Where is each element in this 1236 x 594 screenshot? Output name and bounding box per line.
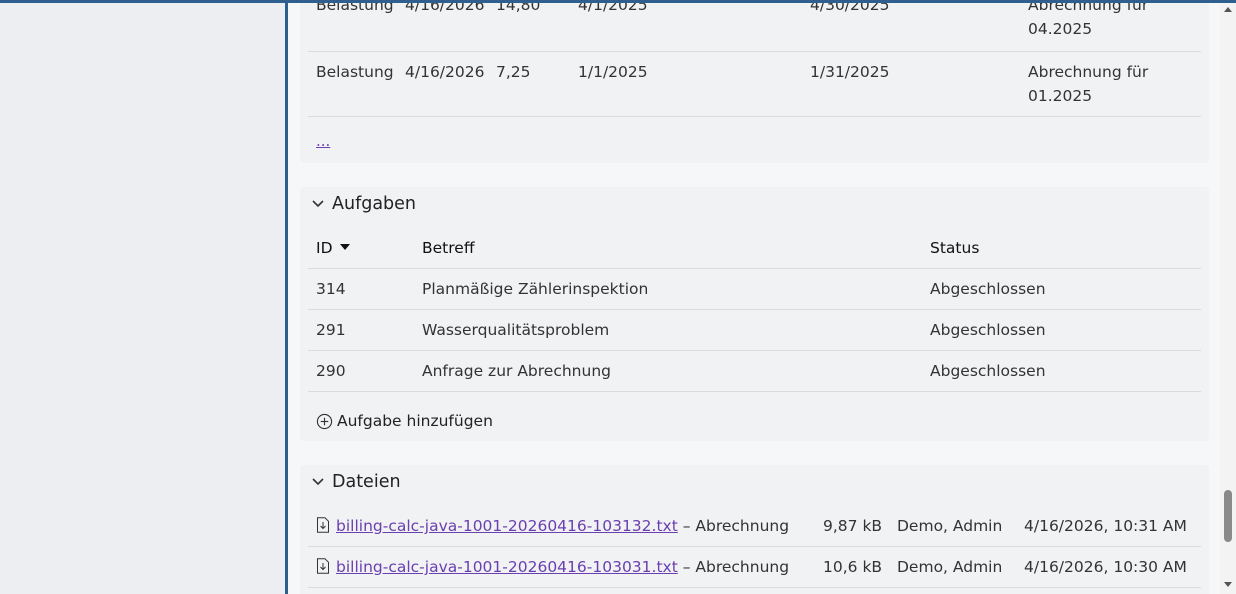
charge-date: 4/16/2026 <box>405 3 485 14</box>
charge-desc-period: 04.2025 <box>1028 20 1093 38</box>
charge-type: Belastung <box>316 3 394 14</box>
task-subject[interactable]: Planmäßige Zählerinspektion <box>422 277 648 301</box>
chevron-down-icon[interactable] <box>310 196 326 212</box>
task-id[interactable]: 290 <box>316 359 346 383</box>
task-status: Abgeschlossen <box>930 321 1046 339</box>
row-divider <box>308 268 1201 269</box>
add-task-label: Aufgabe hinzufügen <box>337 412 493 430</box>
file-size: 10,6 kB <box>823 558 883 576</box>
charge-desc: Abrechnung für <box>1028 3 1149 14</box>
row-divider <box>308 309 1201 310</box>
tasks-header-status[interactable]: Status <box>930 236 979 260</box>
main-content: Belastung 4/16/2026 14,80 4/1/2025 4/30/… <box>288 3 1220 594</box>
file-download-icon <box>317 558 329 574</box>
row-divider <box>308 116 1201 117</box>
charge-date: 4/16/2026 <box>405 63 485 81</box>
plus-circle-icon <box>316 413 333 429</box>
charge-to: 1/31/2025 <box>810 63 890 81</box>
scroll-down-icon[interactable] <box>1223 579 1233 589</box>
row-divider <box>308 391 1201 392</box>
file-download-icon <box>317 517 329 533</box>
file-entry: billing-calc-java-1001-20260416-103132.t… <box>316 514 789 538</box>
task-id[interactable]: 291 <box>316 318 346 342</box>
row-divider <box>308 350 1201 351</box>
charge-to: 4/30/2025 <box>810 3 890 14</box>
row-divider <box>308 546 1201 547</box>
charge-desc-period: 01.2025 <box>1028 87 1093 105</box>
file-size: 9,87 kB <box>823 517 883 535</box>
file-link[interactable]: billing-calc-java-1001-20260416-103132.t… <box>336 517 678 535</box>
charge-from: 4/1/2025 <box>578 3 648 14</box>
file-description: – Abrechnung <box>677 517 790 535</box>
scrollbar-thumb[interactable] <box>1224 490 1232 542</box>
file-date: 4/16/2026, 10:31 AM <box>1024 517 1187 535</box>
row-divider <box>308 51 1201 52</box>
row-divider <box>308 587 1201 588</box>
show-more-link[interactable]: ... <box>316 132 330 150</box>
tasks-header-subject[interactable]: Betreff <box>422 236 475 260</box>
task-id[interactable]: 314 <box>316 277 346 301</box>
task-status: Abgeschlossen <box>930 362 1046 380</box>
charge-type: Belastung <box>316 63 394 81</box>
file-link[interactable]: billing-calc-java-1001-20260416-103031.t… <box>336 558 678 576</box>
task-status: Abgeschlossen <box>930 280 1046 298</box>
charge-desc: Abrechnung für <box>1028 63 1149 81</box>
tasks-section-title[interactable]: Aufgaben <box>332 192 416 216</box>
tasks-panel: Aufgaben ID Betreff Status 314 Planmäßig… <box>300 187 1209 441</box>
file-date: 4/16/2026, 10:30 AM <box>1024 558 1187 576</box>
files-section-title[interactable]: Dateien <box>332 470 401 494</box>
task-subject[interactable]: Wasserqualitätsproblem <box>422 318 609 342</box>
charge-amount: 14,80 <box>496 3 541 14</box>
add-task-button[interactable]: Aufgabe hinzufügen <box>316 409 493 433</box>
file-owner: Demo, Admin <box>897 517 1003 535</box>
files-panel: Dateien billing-calc-java-1001-20260416-… <box>300 465 1209 594</box>
charge-from: 1/1/2025 <box>578 63 648 81</box>
sort-desc-icon <box>340 244 351 250</box>
vertical-scrollbar[interactable] <box>1220 3 1236 594</box>
file-description: – Abrechnung <box>677 558 790 576</box>
file-owner: Demo, Admin <box>897 558 1003 576</box>
chevron-down-icon[interactable] <box>310 474 326 490</box>
file-entry: billing-calc-java-1001-20260416-103031.t… <box>316 555 789 579</box>
scroll-up-icon[interactable] <box>1223 5 1233 15</box>
left-pane <box>0 3 285 594</box>
charges-panel: Belastung 4/16/2026 14,80 4/1/2025 4/30/… <box>300 3 1209 163</box>
tasks-header-id[interactable]: ID <box>316 236 351 260</box>
charge-amount: 7,25 <box>496 63 531 81</box>
task-subject[interactable]: Anfrage zur Abrechnung <box>422 359 611 383</box>
